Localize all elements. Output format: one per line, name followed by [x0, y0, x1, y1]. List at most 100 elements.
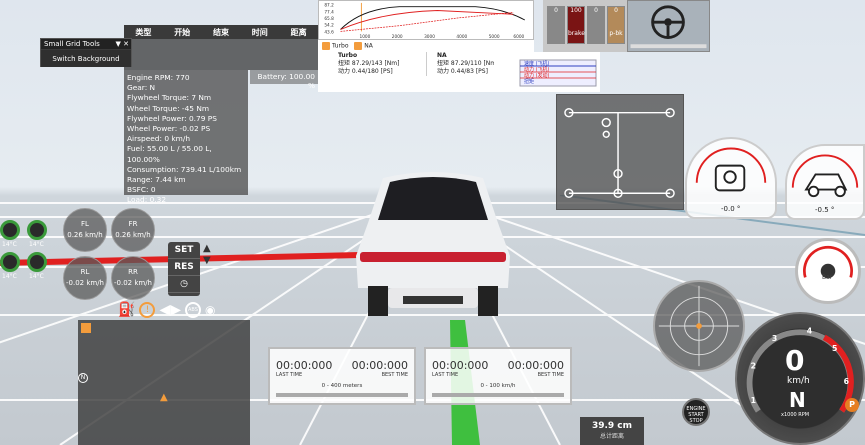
tile-label: brake [568, 30, 585, 37]
graph-x-tick: 4000 [456, 34, 467, 39]
timer-last: 00:00:000 [276, 359, 333, 372]
tire-fr-temp: 14°C [29, 241, 44, 248]
engine-warning-icon: ! [139, 302, 156, 318]
car [348, 168, 518, 322]
tire-rr-icon [27, 252, 47, 272]
engine-start-button[interactable]: ENGINE START STOP [682, 398, 710, 426]
start-line: STOP [689, 418, 703, 424]
timer-400m: 00:00:000 00:00:000 LAST TIME BEST TIME … [268, 347, 416, 405]
speedometer: 1 2 3 4 5 6 0 km/h N x1000 RPM P [735, 312, 865, 445]
stat-fuel: Fuel: 55.00 L / 55.00 L, 100.00% [127, 144, 212, 164]
speed-unit: km/h [787, 376, 810, 386]
tire-rr-temp: 14°C [29, 273, 44, 280]
graph-x-tick: 3000 [424, 34, 435, 39]
table-header-end: 结束 [212, 27, 229, 37]
tile-brake: 100 brake [567, 6, 585, 44]
cruise-control: SET RES ◷ [168, 242, 200, 296]
timer-last: 00:00:000 [432, 359, 489, 372]
distance-value: 39.9 cm [591, 421, 633, 431]
cruise-speed-icon[interactable]: ◷ [168, 276, 200, 293]
timer-0-100: 00:00:000 00:00:000 LAST TIME BEST TIME … [424, 347, 572, 405]
timer-last-label: LAST TIME [432, 372, 459, 378]
tire-fl-temp: 14°C [2, 241, 17, 248]
table-header-time: 时间 [251, 27, 268, 37]
timer-last-label: LAST TIME [276, 372, 303, 378]
tire-fl-icon [0, 220, 20, 240]
wheel-label: RR [128, 268, 138, 276]
timer-progress [276, 393, 408, 397]
graph-x-tick: 1000 [360, 34, 371, 39]
checkbox-na[interactable] [354, 42, 363, 50]
cruise-res-button[interactable]: RES [168, 259, 200, 276]
odometer: 39.9 cm 总计距离 [580, 417, 644, 445]
minimap[interactable]: N ▲ [78, 320, 250, 445]
map-options-icon[interactable] [81, 323, 91, 333]
table-header-type: 类型 [135, 27, 152, 37]
drivetrain-diagram [556, 94, 684, 210]
indicator-bar: ⛽ ! ◀▶ ABS ◉ [114, 300, 238, 320]
boost-unit: Bar [822, 274, 833, 281]
turn-signal-icon: ◀▶ [159, 302, 181, 318]
timer-caption: 0 - 100 km/h [480, 383, 516, 389]
cruise-arrows[interactable]: ▲ ▼ [203, 243, 211, 267]
tile-value: 100 [570, 7, 582, 14]
graph-x-tick: 2000 [392, 34, 403, 39]
graph-y-tick: 65.8 [324, 16, 334, 22]
wheel-rr-gauge: RR -0.02 km/h [111, 256, 155, 300]
tile-value: 0 [554, 7, 558, 14]
timer-best: 00:00:000 [351, 359, 408, 372]
stat-wheel-power: Wheel Power: -0.02 PS [127, 124, 211, 134]
stat-load: Load: 0.32 [127, 195, 167, 205]
session-table-header: 类型 开始 结束 时间 距离 [124, 25, 318, 39]
switch-background-button[interactable]: Switch Background [41, 50, 131, 67]
tile-label: p-bk [609, 30, 623, 37]
timer-best-label: BEST TIME [381, 372, 408, 378]
wheel-speed: 0.26 km/h [115, 231, 151, 239]
stat-engine-rpm: Engine RPM: 770 [127, 73, 190, 82]
wheel-label: RL [80, 268, 90, 276]
stat-bsfc: BSFC: 0 [127, 185, 156, 195]
graph-x-tick: 6000 [513, 34, 524, 39]
tile-clutch: 0 [587, 6, 605, 44]
tire-rl-icon [0, 252, 20, 272]
rpm-label: x1000 RPM [781, 412, 810, 418]
table-header-start: 开始 [174, 27, 191, 37]
roll-value: -0.5 ° [815, 206, 835, 214]
stat-airspeed: Airspeed: 0 km/h [127, 134, 191, 144]
window-title: Small Grid Tools [44, 40, 100, 48]
tire-fr-icon [27, 220, 47, 240]
rpm-tick: 4 [807, 326, 813, 335]
timer-caption: 0 - 400 meters [321, 383, 363, 389]
small-grid-tools-window: Small Grid Tools ▼ ✕ Switch Background [40, 38, 132, 67]
turbo-torque: 扭矩 87.29/143 [Nm] [338, 60, 400, 67]
stat-gear: Gear: N [127, 83, 156, 93]
window-controls[interactable]: ▼ ✕ [116, 40, 131, 48]
tile-parking-brake: 0 p-bk [607, 6, 625, 44]
wheel-label: FR [128, 220, 138, 228]
battery-readout: Battery: 100.00 % [250, 70, 318, 90]
window-header: Small Grid Tools ▼ ✕ [41, 39, 131, 49]
graph-x-tick: 5000 [489, 34, 500, 39]
graph-y-tick: 77.4 [324, 9, 334, 15]
stat-range: Range: 7.44 km [127, 175, 186, 185]
steering-wheel-widget [627, 0, 710, 52]
timer-best-label: BEST TIME [537, 372, 564, 378]
cruise-set-button[interactable]: SET [168, 242, 200, 259]
speed-value: 0 [785, 344, 805, 377]
stat-wheel-torque: Wheel Torque: -45 Nm [127, 103, 210, 113]
timer-best: 00:00:000 [507, 359, 564, 372]
headlight-icon: ◉ [204, 303, 216, 317]
torque-power-graph: 87.2 77.4 65.8 54.2 43.6 1000 2000 3000 … [318, 0, 534, 40]
telemetry-chart: 速度 (飞机) 动力 (飞机) 动力 (发动) 扭矩 [494, 52, 600, 92]
steering-wheel-icon [630, 5, 707, 49]
chart2-line: 扭矩 [524, 79, 535, 85]
wheel-label: FL [81, 220, 89, 228]
turbo-power: 动力 0.44/180 [PS] [338, 68, 393, 75]
checkbox-turbo[interactable] [322, 42, 330, 50]
stat-flywheel-torque: Flywheel Torque: 7 Nm [127, 93, 212, 103]
legend-na: NA [364, 42, 373, 50]
player-marker-icon: ▲ [160, 392, 168, 403]
compass-north: N [78, 373, 88, 383]
graph-legend-row: Turbo NA [318, 40, 534, 52]
rpm-tick: 6 [844, 377, 849, 386]
